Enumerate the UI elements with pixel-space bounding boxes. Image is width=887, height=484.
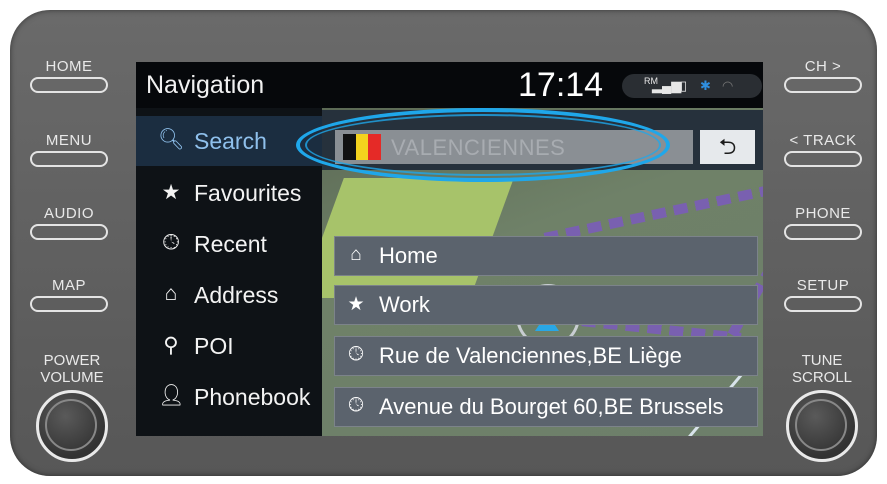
result-label: Rue de Valenciennes,BE Liège: [379, 343, 682, 368]
status-indicators: RM ▂▄▆ ▯ ✱ ◠: [622, 74, 762, 98]
power-volume-label: POWER VOLUME: [22, 352, 122, 386]
home-hw-pill: [30, 77, 108, 93]
track-hw-pill: [784, 151, 862, 167]
result-recent-1[interactable]: 🕓︎ Rue de Valenciennes,BE Liège: [334, 336, 758, 376]
menu-hw-button[interactable]: MENU: [26, 132, 112, 167]
back-arrow-icon: ⮌: [718, 134, 737, 159]
result-label: Avenue du Bourget 60,BE Brussels: [379, 394, 724, 419]
result-label: Work: [379, 292, 430, 317]
map-hw-button[interactable]: MAP: [26, 277, 112, 312]
phone-hw-button[interactable]: PHONE: [780, 205, 866, 240]
address-icon: ⌂: [164, 282, 178, 305]
signal-icon: ▂▄▆: [652, 78, 682, 93]
clock-icon: 🕓︎: [348, 395, 364, 416]
star-icon: ★: [347, 294, 365, 315]
menu-hw-pill: [30, 151, 108, 167]
sidebar-item-poi[interactable]: ⚲ POI: [136, 321, 322, 371]
sidebar-item-label: Phonebook: [194, 384, 311, 410]
sidebar-item-recent[interactable]: 🕓︎ Recent: [136, 219, 322, 269]
result-recent-2[interactable]: 🕓︎ Avenue du Bourget 60,BE Brussels: [334, 387, 758, 427]
tune-scroll-knob[interactable]: [786, 390, 858, 462]
sidebar-item-label: Favourites: [194, 180, 302, 206]
search-icon: 🔍︎: [158, 128, 185, 151]
audio-hw-label: AUDIO: [43, 205, 94, 222]
bluetooth-icon: ✱: [700, 78, 711, 93]
volume-label: VOLUME: [40, 369, 104, 386]
power-label: POWER: [43, 352, 101, 369]
ch-hw-pill: [784, 77, 862, 93]
wifi-icon: ◠: [722, 78, 734, 93]
setup-hw-button[interactable]: SETUP: [780, 277, 866, 312]
ch-hw-button[interactable]: CH >: [780, 58, 866, 93]
result-label: Home: [379, 243, 438, 268]
home-hw-label: HOME: [45, 58, 93, 75]
result-home[interactable]: ⌂ Home: [334, 236, 758, 276]
sidebar-item-address[interactable]: ⌂ Address: [136, 270, 322, 320]
battery-icon: ▯: [680, 78, 688, 93]
audio-hw-button[interactable]: AUDIO: [26, 205, 112, 240]
setup-hw-label: SETUP: [796, 277, 850, 294]
ch-hw-label: CH >: [804, 58, 842, 75]
sidebar-item-label: POI: [194, 333, 234, 359]
star-icon: ★: [161, 181, 181, 204]
sidebar-item-label: Recent: [194, 231, 267, 257]
menu-hw-label: MENU: [45, 132, 93, 149]
pin-icon: ⚲: [163, 334, 179, 357]
clock-icon: 🕓︎: [162, 231, 180, 254]
power-volume-knob[interactable]: [36, 390, 108, 462]
sidebar-item-favourites[interactable]: ★ Favourites: [136, 168, 322, 218]
sidebar-item-label: Search: [194, 128, 267, 154]
track-hw-button[interactable]: < TRACK: [780, 132, 866, 167]
status-bar: Navigation 17:14 RM ▂▄▆ ▯ ✱ ◠: [136, 62, 763, 108]
map-hw-pill: [30, 296, 108, 312]
scroll-label: SCROLL: [791, 369, 853, 386]
clock: 17:14: [518, 66, 604, 104]
audio-hw-pill: [30, 224, 108, 240]
clock-icon: 🕓︎: [348, 344, 364, 365]
phone-hw-label: PHONE: [795, 205, 851, 222]
result-work[interactable]: ★ Work: [334, 285, 758, 325]
map-road: [543, 183, 763, 243]
sidebar-item-label: Address: [194, 282, 279, 308]
track-hw-label: < TRACK: [789, 132, 857, 149]
home-hw-button[interactable]: HOME: [26, 58, 112, 93]
tune-scroll-label: TUNE SCROLL: [772, 352, 872, 386]
map-hw-label: MAP: [51, 277, 86, 294]
sidebar-item-phonebook[interactable]: 👤︎ Phonebook: [136, 372, 322, 422]
page-title: Navigation: [146, 71, 265, 99]
phone-hw-pill: [784, 224, 862, 240]
back-button[interactable]: ⮌: [700, 130, 755, 164]
setup-hw-pill: [784, 296, 862, 312]
highlight-ellipse-inner: [305, 114, 661, 176]
home-icon: ⌂: [350, 244, 362, 265]
person-icon: 👤︎: [158, 384, 185, 407]
tune-label: TUNE: [801, 352, 843, 369]
sidebar: 🔍︎ Search ★ Favourites 🕓︎ Recent ⌂ Addre…: [136, 108, 322, 436]
sidebar-item-search[interactable]: 🔍︎ Search: [136, 116, 322, 166]
